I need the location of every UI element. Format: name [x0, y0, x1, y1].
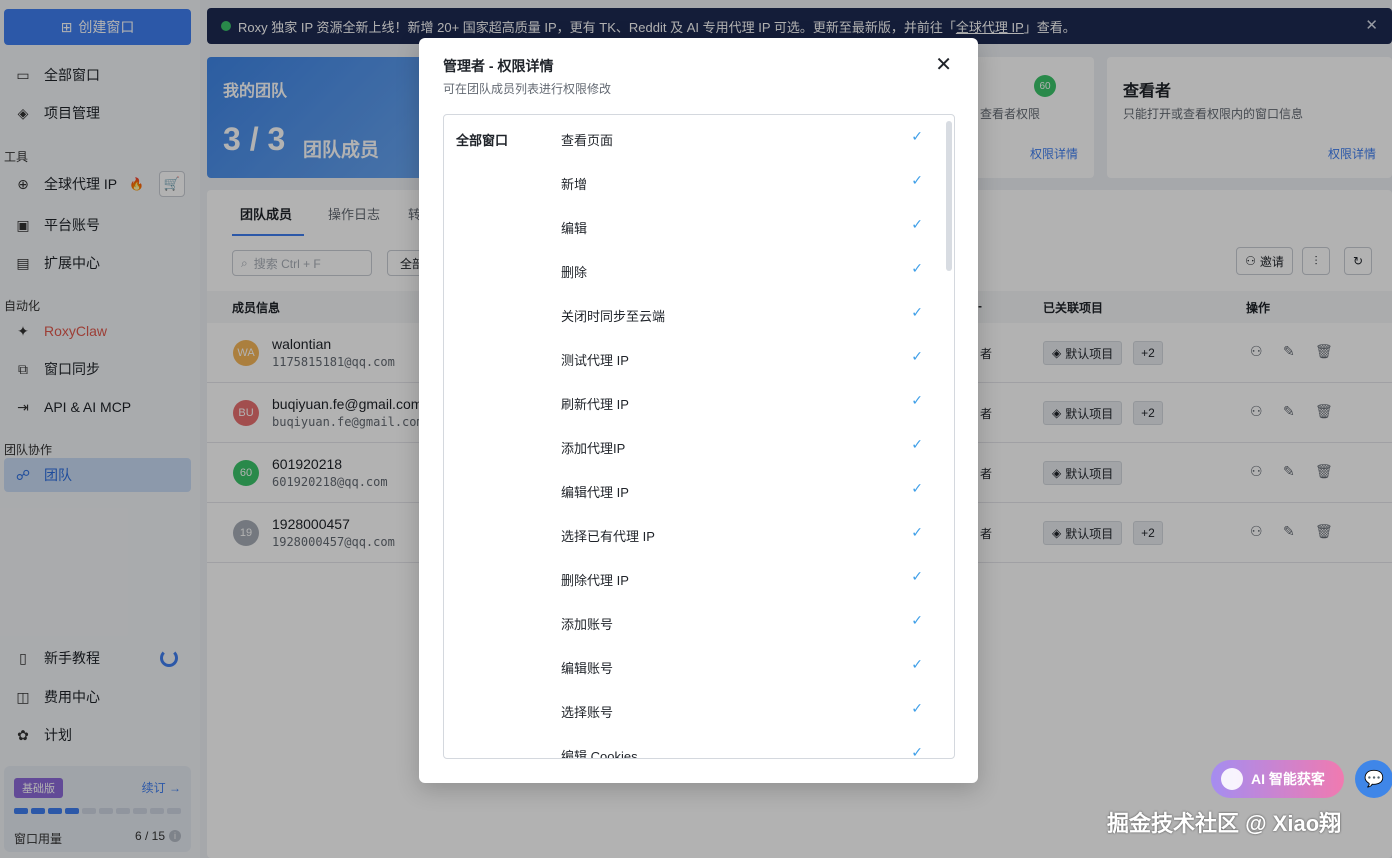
permission-label: 编辑 Cookies [561, 749, 638, 759]
permission-label: 新增 [561, 177, 588, 192]
permission-label: 删除 [561, 265, 588, 280]
check-icon: ✓ [911, 744, 923, 759]
check-icon: ✓ [911, 260, 923, 276]
permission-list[interactable]: 全部窗口 查看页面 ✓ 新增 ✓ 编辑 ✓ 删除 ✓ 关闭时同步至云端 ✓ 测试代理 IP ✓ 刷新代理… [443, 114, 955, 759]
check-icon: ✓ [911, 524, 923, 540]
permission-row: 编辑账号 ✓ [561, 643, 923, 687]
permission-row: 选择账号 ✓ [561, 687, 923, 731]
permission-row: 新增 ✓ [561, 159, 923, 203]
permission-label: 查看页面 [561, 133, 614, 148]
check-icon: ✓ [911, 700, 923, 716]
check-icon: ✓ [911, 436, 923, 452]
permission-group-label: 全部窗口 [456, 133, 509, 148]
check-icon: ✓ [911, 392, 923, 408]
permission-label: 测试代理 IP [561, 353, 629, 368]
permission-label: 编辑代理 IP [561, 485, 629, 500]
check-icon: ✓ [911, 656, 923, 672]
permission-row: 编辑 Cookies ✓ [561, 731, 923, 759]
ai-assistant-button[interactable]: AI 智能获客 [1211, 760, 1344, 798]
permission-row: 测试代理 IP ✓ [561, 335, 923, 379]
chat-icon: 💬 [1364, 771, 1384, 788]
robot-icon [1221, 768, 1243, 790]
check-icon: ✓ [911, 480, 923, 496]
modal-subtitle: 可在团队成员列表进行权限修改 [443, 82, 612, 96]
check-icon: ✓ [911, 304, 923, 320]
permission-row: 刷新代理 IP ✓ [561, 379, 923, 423]
permission-row: 选择已有代理 IP ✓ [561, 511, 923, 555]
permission-label: 选择账号 [561, 705, 614, 720]
permission-row: 添加代理IP ✓ [561, 423, 923, 467]
modal-title: 管理者 - 权限详情 [443, 58, 554, 74]
permission-label: 关闭时同步至云端 [561, 309, 666, 324]
permission-row: 编辑代理 IP ✓ [561, 467, 923, 511]
chat-button[interactable]: 💬 [1355, 760, 1392, 798]
permission-label: 添加账号 [561, 617, 614, 632]
permission-row: 关闭时同步至云端 ✓ [561, 291, 923, 335]
check-icon: ✓ [911, 568, 923, 584]
permission-label: 刷新代理 IP [561, 397, 629, 412]
permission-row: 查看页面 ✓ [561, 115, 923, 159]
permission-row: 删除代理 IP ✓ [561, 555, 923, 599]
permission-label: 编辑 [561, 221, 588, 236]
check-icon: ✓ [911, 172, 923, 188]
watermark: 掘金技术社区 @ Xiao翔 [1107, 811, 1342, 836]
permission-row: 添加账号 ✓ [561, 599, 923, 643]
check-icon: ✓ [911, 216, 923, 232]
scrollbar[interactable] [946, 121, 952, 271]
check-icon: ✓ [911, 128, 923, 144]
permission-label: 添加代理IP [561, 441, 626, 456]
permission-details-modal: 管理者 - 权限详情 可在团队成员列表进行权限修改 ✕ 全部窗口 查看页面 ✓ 新增… [419, 38, 978, 783]
close-icon[interactable]: ✕ [935, 52, 952, 77]
ai-assistant-label: AI 智能获客 [1251, 771, 1325, 787]
check-icon: ✓ [911, 612, 923, 628]
check-icon: ✓ [911, 348, 923, 364]
permission-label: 删除代理 IP [561, 573, 629, 588]
permission-row: 删除 ✓ [561, 247, 923, 291]
permission-label: 选择已有代理 IP [561, 529, 655, 544]
permission-label: 编辑账号 [561, 661, 614, 676]
permission-row: 编辑 ✓ [561, 203, 923, 247]
